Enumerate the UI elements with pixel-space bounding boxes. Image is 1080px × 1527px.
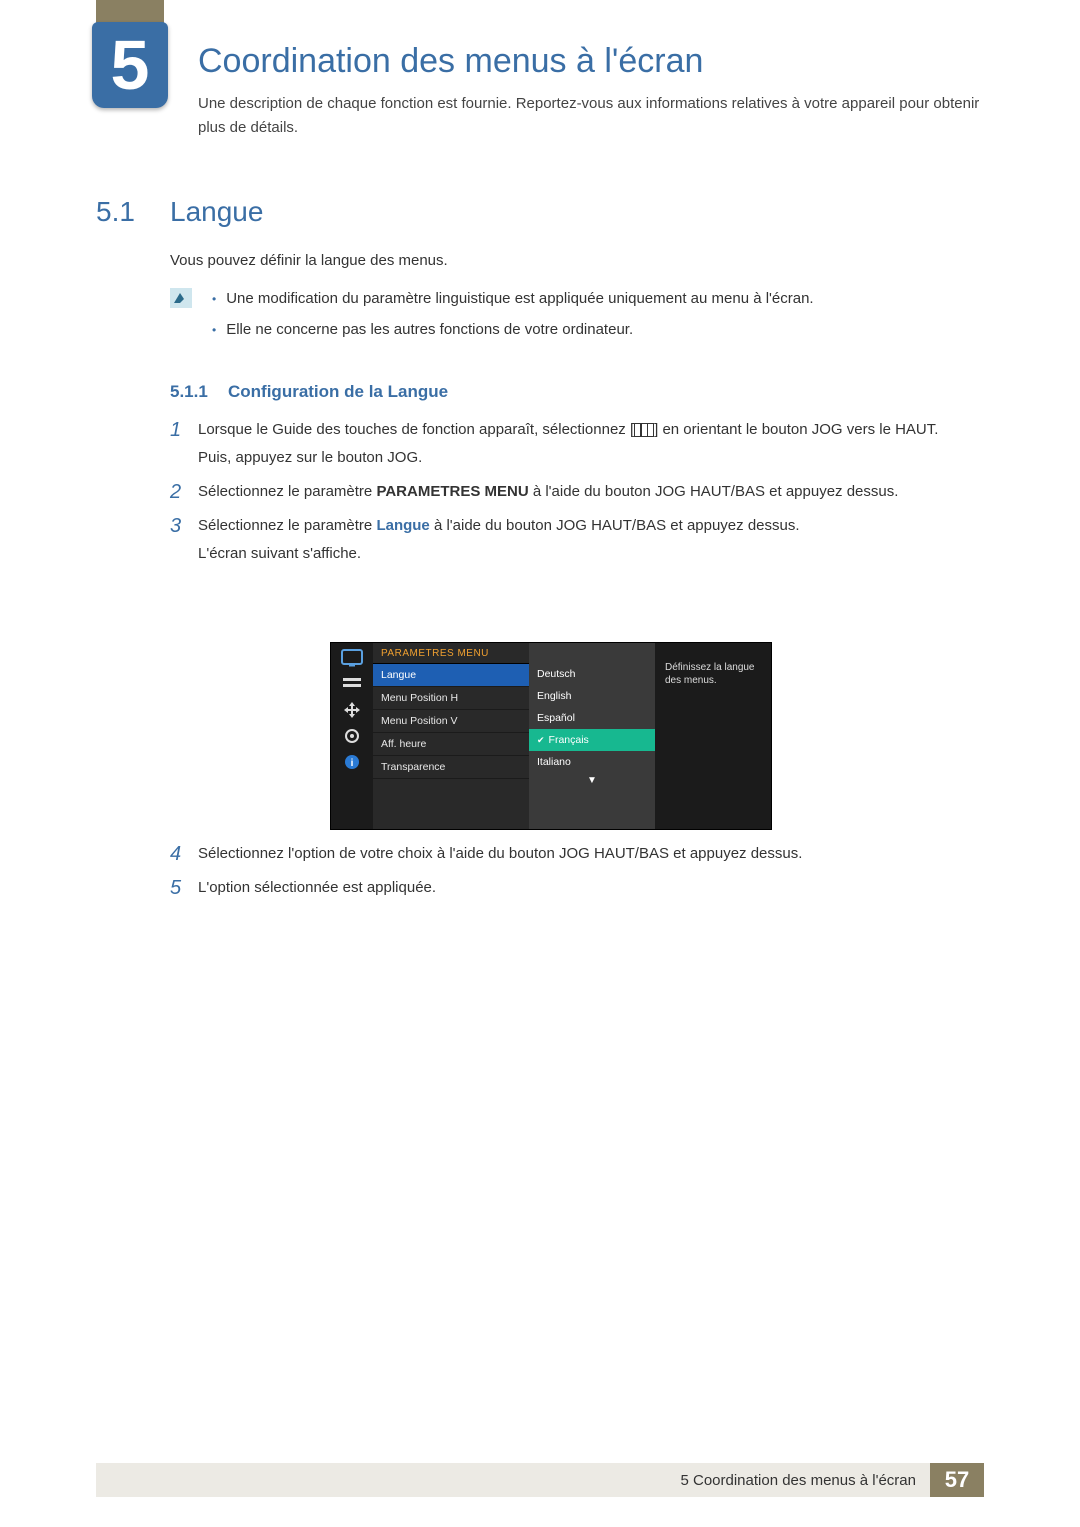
steps-list: 1 Lorsque le Guide des touches de foncti… (170, 418, 980, 576)
note-list: • Une modification du paramètre linguist… (212, 288, 980, 349)
osd-language-option: Deutsch (529, 663, 655, 685)
top-accent-stripe (96, 0, 164, 24)
menu-settings-icon (341, 675, 363, 693)
step-number: 3 (170, 514, 184, 566)
osd-language-option: English (529, 685, 655, 707)
osd-submenu-column: Deutsch English Español Français Italian… (529, 643, 655, 829)
osd-language-option: Italiano (529, 751, 655, 773)
steps-list-continued: 4 Sélectionnez l'option de votre choix à… (170, 842, 980, 910)
step-body: Sélectionnez le paramètre Langue à l'aid… (198, 514, 980, 566)
step-number: 2 (170, 480, 184, 504)
subsection-number: 5.1.1 (170, 382, 208, 402)
svg-text:i: i (351, 758, 354, 769)
move-icon (341, 701, 363, 719)
section-title: Langue (170, 196, 263, 228)
chapter-number-badge: 5 (92, 22, 168, 108)
osd-menu-item: Transparence (373, 756, 529, 779)
chapter-title: Coordination des menus à l'écran (198, 42, 703, 81)
note-item: Elle ne concerne pas les autres fonction… (226, 319, 633, 342)
osd-help-text: Définissez la langue des menus. (655, 643, 771, 829)
step-number: 1 (170, 418, 184, 470)
step-body: L'option sélectionnée est appliquée. (198, 876, 980, 900)
osd-menu-item: Menu Position H (373, 687, 529, 710)
bullet-icon: • (212, 288, 216, 311)
osd-sidebar: i (331, 643, 373, 829)
osd-language-option-selected: Français (529, 729, 655, 751)
page-number: 57 (930, 1463, 984, 1497)
info-icon: i (341, 753, 363, 771)
osd-menu-item: Langue (373, 664, 529, 687)
gear-icon (341, 727, 363, 745)
osd-menu-header: PARAMETRES MENU (373, 643, 529, 664)
section-number: 5.1 (96, 196, 135, 228)
step-body: Lorsque le Guide des touches de fonction… (198, 418, 980, 470)
step-body: Sélectionnez l'option de votre choix à l… (198, 842, 980, 866)
chapter-description: Une description de chaque fonction est f… (198, 92, 980, 140)
chevron-down-icon: ▼ (529, 773, 655, 786)
osd-menu-column: PARAMETRES MENU Langue Menu Position H M… (373, 643, 529, 829)
osd-menu-item: Aff. heure (373, 733, 529, 756)
osd-language-option: Español (529, 707, 655, 729)
osd-screenshot: i PARAMETRES MENU Langue Menu Position H… (330, 642, 772, 830)
step-body: Sélectionnez le paramètre PARAMETRES MEN… (198, 480, 980, 504)
picture-icon (341, 649, 363, 667)
section-intro: Vous pouvez définir la langue des menus. (170, 252, 448, 269)
note-item: Une modification du paramètre linguistiq… (226, 288, 813, 311)
step-number: 4 (170, 842, 184, 866)
footer-text: 5 Coordination des menus à l'écran (96, 1463, 930, 1497)
note-icon (170, 288, 192, 308)
page-footer: 5 Coordination des menus à l'écran 57 (96, 1463, 984, 1497)
subsection-title: Configuration de la Langue (228, 382, 448, 402)
bullet-icon: • (212, 319, 216, 342)
menu-grid-icon (634, 423, 654, 437)
osd-menu-item: Menu Position V (373, 710, 529, 733)
step-number: 5 (170, 876, 184, 900)
